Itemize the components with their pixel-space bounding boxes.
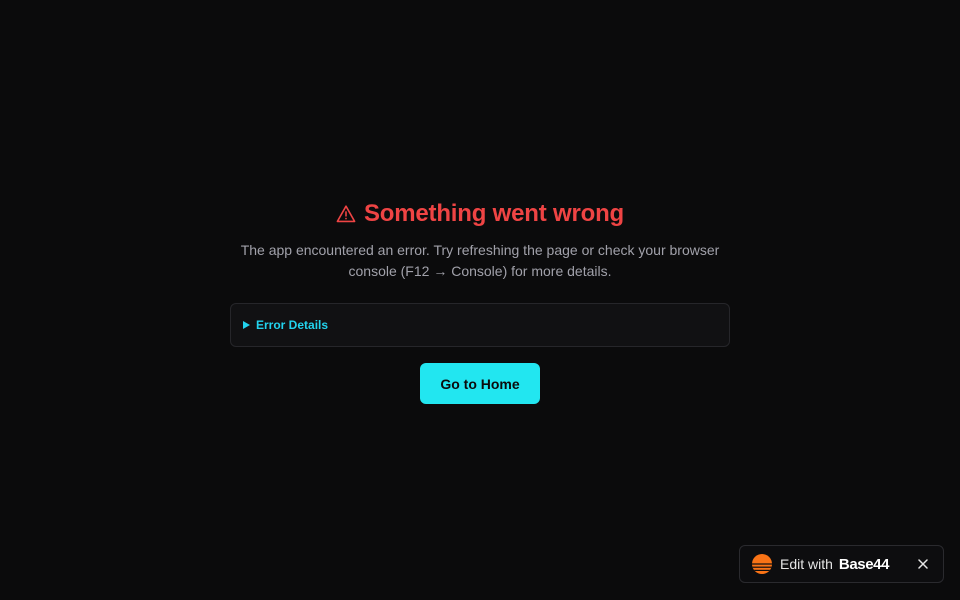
close-icon[interactable] bbox=[915, 556, 931, 572]
error-page: Something went wrong The app encountered… bbox=[0, 0, 960, 600]
go-home-button[interactable]: Go to Home bbox=[420, 363, 540, 404]
base44-logo-icon bbox=[752, 554, 772, 574]
error-container: Something went wrong The app encountered… bbox=[230, 198, 730, 404]
triangle-right-icon bbox=[243, 321, 250, 329]
error-message: The app encountered an error. Try refres… bbox=[240, 242, 720, 279]
error-details-summary[interactable]: Error Details bbox=[243, 318, 328, 332]
error-title: Something went wrong bbox=[336, 198, 624, 230]
error-title-text: Something went wrong bbox=[364, 200, 624, 227]
badge-brand: Base44 bbox=[838, 555, 890, 573]
error-details-toggle[interactable]: Error Details bbox=[230, 303, 730, 347]
warning-icon bbox=[336, 204, 356, 224]
badge-label: Edit with bbox=[780, 556, 833, 572]
edit-with-base44-badge[interactable]: Edit with Base44 bbox=[739, 545, 944, 583]
error-details-label: Error Details bbox=[256, 318, 329, 332]
